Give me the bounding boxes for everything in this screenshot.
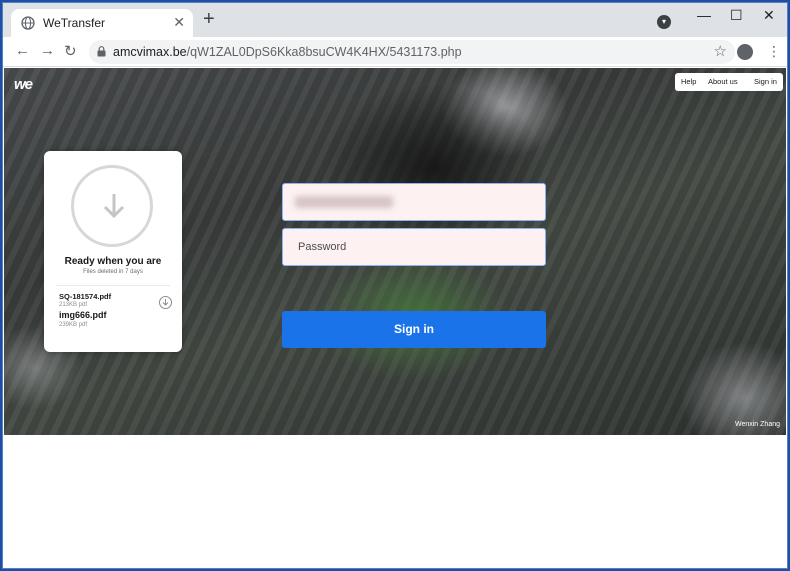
tab-search-icon[interactable]: ▾: [657, 15, 671, 29]
file-name[interactable]: img666.pdf: [59, 310, 107, 320]
nav-signin-link[interactable]: Sign in: [754, 77, 777, 86]
sign-in-button[interactable]: Sign in: [282, 311, 546, 348]
browser-window: WeTransfer ✕ + ▾ — ☐ ✕ ← → ↻ amcvimax.be…: [2, 2, 788, 569]
arrow-down-icon: [103, 194, 125, 219]
new-tab-button[interactable]: +: [203, 9, 215, 29]
tab-title: WeTransfer: [43, 16, 106, 30]
url-text[interactable]: amcvimax.be/qW1ZAL0DpS6Kka8bsuCW4K4HX/54…: [113, 45, 462, 59]
password-field[interactable]: Password: [282, 228, 546, 266]
tab-close-icon[interactable]: ✕: [173, 14, 185, 31]
hero-background: we Help About us Sign in Ready when you …: [4, 68, 786, 435]
tab-strip: WeTransfer ✕ + ▾ — ☐ ✕: [3, 3, 787, 37]
url-host: amcvimax.be: [113, 45, 187, 59]
blurred-email-value: [295, 196, 393, 208]
bookmark-star-icon[interactable]: ☆: [714, 42, 727, 60]
transfer-card: Ready when you are Files deleted in 7 da…: [44, 151, 182, 352]
lock-icon[interactable]: [97, 46, 106, 57]
nav-about-link[interactable]: About us: [708, 77, 738, 86]
globe-icon: [21, 16, 35, 30]
wetransfer-logo[interactable]: we: [14, 76, 33, 93]
divider: [56, 285, 170, 286]
download-progress-ring: [71, 165, 153, 247]
ready-title: Ready when you are: [64, 256, 162, 267]
nav-help-link[interactable]: Help: [681, 77, 696, 86]
file-size: 213KB pdf: [59, 302, 88, 308]
minimize-button[interactable]: —: [697, 7, 711, 23]
forward-button[interactable]: →: [40, 42, 55, 59]
photo-credit[interactable]: Wenxin Zhang: [735, 421, 780, 428]
reload-button[interactable]: ↻: [64, 42, 77, 60]
address-bar[interactable]: amcvimax.be/qW1ZAL0DpS6Kka8bsuCW4K4HX/54…: [89, 40, 735, 64]
file-name[interactable]: SQ-181574.pdf: [59, 292, 111, 301]
download-icon[interactable]: [159, 296, 172, 309]
maximize-button[interactable]: ☐: [730, 7, 743, 24]
address-toolbar: ← → ↻ amcvimax.be/qW1ZAL0DpS6Kka8bsuCW4K…: [3, 37, 787, 67]
file-size: 239KB pdf: [59, 322, 88, 328]
url-path: /qW1ZAL0DpS6Kka8bsuCW4K4HX/5431173.php: [186, 45, 462, 59]
profile-avatar-icon[interactable]: [737, 44, 753, 60]
deleted-note: Files deleted in 7 days: [83, 269, 143, 275]
menu-icon[interactable]: ⋮: [767, 42, 781, 60]
email-field[interactable]: [282, 183, 546, 221]
password-placeholder: Password: [298, 241, 347, 253]
back-button[interactable]: ←: [15, 42, 30, 59]
top-nav: Help About us Sign in: [675, 73, 783, 91]
tab-wetransfer[interactable]: WeTransfer ✕: [11, 9, 193, 37]
close-window-button[interactable]: ✕: [763, 7, 775, 24]
